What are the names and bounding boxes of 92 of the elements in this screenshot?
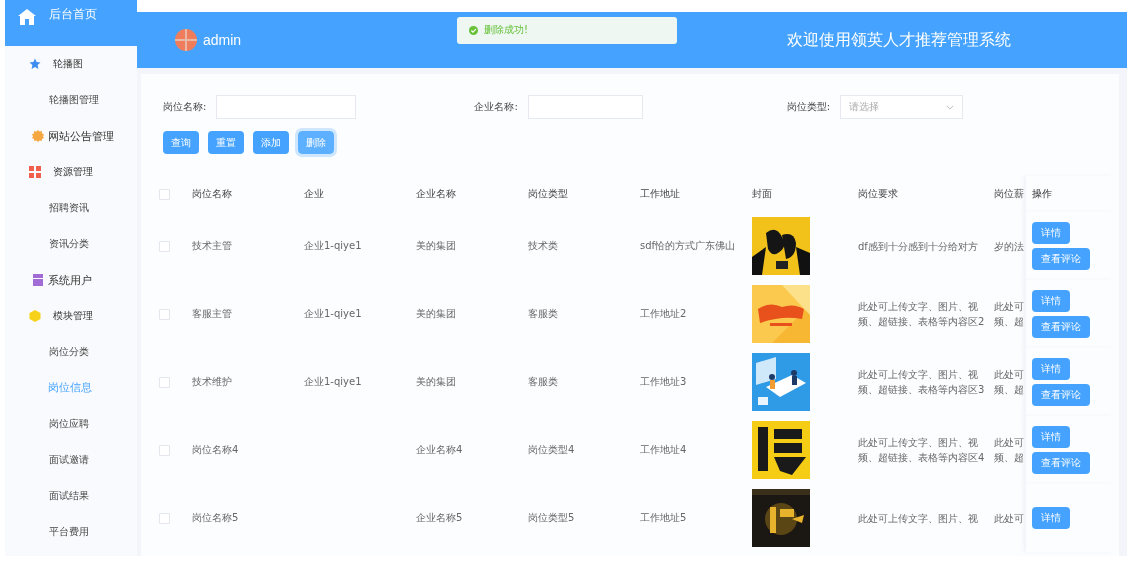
column-header: 岗位类型 bbox=[527, 187, 569, 201]
table-cell: 技术类 bbox=[528, 240, 558, 251]
column-header: 企业名称 bbox=[415, 187, 457, 201]
sidebar-item[interactable]: 岗位信息 bbox=[5, 370, 137, 406]
sidebar-group[interactable]: 资源管理 bbox=[5, 154, 137, 190]
table-cell-text: 岁的法 bbox=[994, 239, 1025, 254]
action-button[interactable]: 重置 bbox=[208, 131, 244, 154]
table-cell: 美的集团 bbox=[416, 376, 456, 387]
checkbox[interactable] bbox=[159, 308, 170, 320]
table-cell-text: 频、超 bbox=[994, 315, 1025, 329]
row-action-button[interactable]: 详情 bbox=[1032, 358, 1070, 380]
table-cell-text: 此处可上传文字、图片、视频、超链接、表格等内容区3 bbox=[858, 368, 986, 397]
row-action-button[interactable]: 详情 bbox=[1032, 290, 1070, 312]
column-header: 封面 bbox=[751, 187, 773, 201]
row-action-button[interactable]: 详情 bbox=[1032, 222, 1070, 244]
field-label: 岗位名称: bbox=[163, 100, 207, 114]
table-cell-text: 此处可上传文字、图片、视频、超链接、表格等内容区4 bbox=[858, 436, 986, 465]
table-cell: 技术主管 bbox=[192, 240, 232, 251]
sidebar-group[interactable]: 系统用户 bbox=[5, 262, 137, 298]
table-cell: 工作地址4 bbox=[640, 444, 687, 455]
sidebar-group[interactable]: 网站公告管理 bbox=[5, 118, 137, 154]
table-cell: 技术维护 bbox=[192, 376, 232, 387]
table-cell: 工作地址3 bbox=[640, 376, 687, 387]
column-header: 岗位薪 bbox=[993, 187, 1025, 201]
sidebar-group[interactable]: 模块管理 bbox=[5, 298, 137, 334]
table-cell-text: df感到十分感到十分给对方 bbox=[858, 239, 979, 254]
sidebar-item[interactable]: 岗位分类 bbox=[5, 334, 137, 370]
action-button[interactable]: 添加 bbox=[253, 131, 289, 154]
user-name: admin bbox=[203, 32, 242, 48]
sidebar-item[interactable]: 面试结果 bbox=[5, 478, 137, 514]
sidebar-item[interactable]: 岗位应聘 bbox=[5, 406, 137, 442]
sidebar-item[interactable]: 资讯分类 bbox=[5, 226, 137, 262]
table-cell-text: 此处可 bbox=[994, 511, 1025, 526]
table-cell: 企业1-qiye1 bbox=[304, 240, 362, 251]
sidebar-item[interactable]: 招聘资讯 bbox=[5, 190, 137, 226]
row-action-button[interactable]: 详情 bbox=[1032, 426, 1070, 448]
home-menu-item[interactable]: 后台首页 bbox=[5, 0, 137, 46]
checkbox[interactable] bbox=[159, 444, 170, 456]
sidebar-group[interactable]: 轮播图 bbox=[5, 46, 137, 82]
table-cell: 美的集团 bbox=[416, 308, 456, 319]
row-action-button[interactable]: 查看评论 bbox=[1032, 248, 1090, 270]
table-cell-text: 此处可 bbox=[994, 300, 1025, 314]
table-cell: 工作地址5 bbox=[640, 512, 687, 523]
table-cell-text: 此处可上传文字、图片、视频、超链接、表格等内容区2 bbox=[858, 300, 986, 329]
column-header: 操作 bbox=[1026, 176, 1113, 212]
table-cell: 企业1-qiye1 bbox=[304, 308, 362, 319]
checkbox[interactable] bbox=[159, 188, 170, 200]
table-cell: 美的集团 bbox=[416, 240, 456, 251]
chevron-down-icon bbox=[946, 104, 955, 110]
table-cell: sdf恰的方式广东佛山 bbox=[640, 240, 736, 251]
toast-message: 删除成功! bbox=[484, 23, 528, 37]
sidebar-item[interactable]: 面试邀请 bbox=[5, 442, 137, 478]
select-field[interactable]: 请选择 bbox=[840, 95, 964, 119]
column-header: 岗位名称 bbox=[191, 187, 233, 201]
table-cell: 岗位名称4 bbox=[192, 444, 239, 455]
avatar-icon bbox=[175, 29, 197, 51]
checkbox[interactable] bbox=[159, 240, 170, 252]
table-cell: 岗位类型4 bbox=[528, 444, 575, 455]
table-cell: 客服类 bbox=[528, 376, 558, 387]
home-icon bbox=[17, 8, 37, 26]
table-cell-text: 频、超 bbox=[994, 383, 1025, 397]
table-cell-text: 此处可 bbox=[994, 436, 1025, 450]
column-header: 企业 bbox=[303, 187, 325, 201]
action-button[interactable]: 查询 bbox=[163, 131, 199, 154]
column-header: 岗位要求 bbox=[857, 187, 899, 201]
table-cell-text: 此处可上传文字、图片、视 bbox=[858, 511, 979, 526]
row-action-button[interactable]: 查看评论 bbox=[1032, 452, 1090, 474]
sidebar-item[interactable]: 平台费用 bbox=[5, 514, 137, 550]
table-cell-text: 频、超 bbox=[994, 451, 1025, 465]
table-cell: 企业名称4 bbox=[416, 444, 463, 455]
table-cell: 岗位类型5 bbox=[528, 512, 575, 523]
table-cell: 客服主管 bbox=[192, 308, 232, 319]
checkbox[interactable] bbox=[159, 512, 170, 524]
table-cell: 企业1-qiye1 bbox=[304, 376, 362, 387]
system-title: 欢迎使用领英人才推荐管理系统 bbox=[787, 29, 1011, 51]
table-cell: 工作地址2 bbox=[640, 308, 687, 319]
check-circle-icon bbox=[469, 25, 478, 35]
field-label: 岗位类型: bbox=[786, 100, 831, 114]
row-action-button[interactable]: 详情 bbox=[1032, 507, 1070, 529]
sidebar-item[interactable]: 轮播图管理 bbox=[5, 82, 137, 118]
input-field[interactable] bbox=[216, 95, 357, 119]
table-cell: 企业名称5 bbox=[416, 512, 463, 523]
table-cell: 客服类 bbox=[528, 308, 558, 319]
action-button[interactable]: 删除 bbox=[298, 131, 334, 154]
row-action-button[interactable]: 查看评论 bbox=[1032, 384, 1090, 406]
checkbox[interactable] bbox=[159, 376, 170, 388]
table-cell: 岗位名称5 bbox=[192, 512, 239, 523]
row-action-button[interactable]: 查看评论 bbox=[1032, 316, 1090, 338]
input-field[interactable] bbox=[527, 95, 643, 119]
column-header: 工作地址 bbox=[639, 187, 681, 201]
field-label: 企业名称: bbox=[474, 100, 518, 114]
table-cell-text: 此处可 bbox=[994, 368, 1025, 382]
